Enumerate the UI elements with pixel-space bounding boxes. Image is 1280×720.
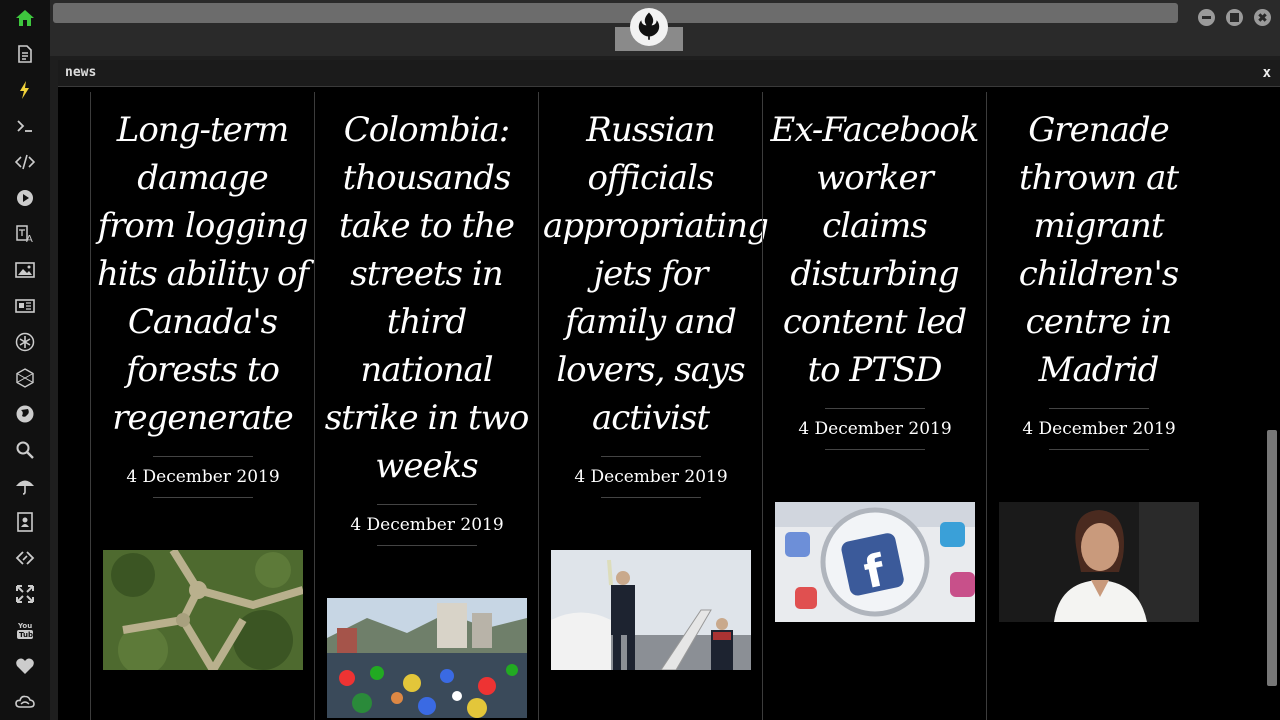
umbrella-icon[interactable] — [13, 474, 37, 498]
article-title[interactable]: Colombia: thousands take to the streets … — [319, 106, 534, 490]
article-card[interactable]: Russian officials appropriating jets for… — [538, 92, 769, 720]
play-icon[interactable] — [13, 186, 37, 210]
top-bar — [50, 0, 1280, 56]
maximize-button[interactable] — [1226, 9, 1243, 26]
translate-icon[interactable]: A — [13, 222, 37, 246]
divider — [601, 497, 701, 498]
article-title[interactable]: Russian officials appropriating jets for… — [543, 106, 769, 442]
image-icon[interactable] — [13, 258, 37, 282]
terminal-icon[interactable] — [13, 114, 37, 138]
home-icon[interactable] — [13, 6, 37, 30]
article-card[interactable]: Ex-Facebook worker claims disturbing con… — [762, 92, 986, 720]
scrollbar[interactable] — [1267, 430, 1277, 686]
hexagon-icon[interactable] — [13, 366, 37, 390]
date-block: 4 December 2019 — [315, 504, 539, 546]
article-card[interactable]: Long-term damage from logging hits abili… — [90, 92, 314, 720]
article-thumbnail[interactable] — [551, 550, 751, 670]
panel-title: news — [65, 65, 97, 80]
divider — [153, 497, 253, 498]
cloud-icon[interactable] — [13, 690, 37, 714]
svg-text:You: You — [17, 622, 32, 630]
app-sidebar: A YouTube — [0, 0, 50, 720]
youtube-icon[interactable]: YouTube — [13, 618, 37, 642]
minimize-button[interactable] — [1198, 9, 1215, 26]
date-block: 4 December 2019 — [987, 408, 1211, 450]
article-date: 4 December 2019 — [574, 467, 728, 487]
close-window-button[interactable] — [1254, 9, 1271, 26]
article-title[interactable]: Grenade thrown at migrant children's cen… — [991, 106, 1206, 394]
article-date: 4 December 2019 — [1022, 419, 1176, 439]
asterisk-icon[interactable] — [13, 330, 37, 354]
date-block: 4 December 2019 — [763, 408, 987, 450]
svg-text:Tube: Tube — [19, 631, 35, 639]
article-thumbnail[interactable] — [327, 598, 527, 718]
rebel-alliance-logo[interactable] — [630, 8, 668, 46]
article-thumbnail[interactable] — [999, 502, 1199, 622]
heart-icon[interactable] — [13, 654, 37, 678]
article-thumbnail[interactable] — [103, 550, 303, 670]
divider — [825, 449, 925, 450]
news-icon[interactable] — [13, 294, 37, 318]
panel-header: news x — [58, 60, 1280, 86]
article-title[interactable]: Ex-Facebook worker claims disturbing con… — [767, 106, 982, 394]
globe-icon[interactable] — [13, 402, 37, 426]
lightning-icon[interactable] — [13, 78, 37, 102]
article-card[interactable]: Colombia: thousands take to the streets … — [314, 92, 538, 720]
address-bar[interactable] — [53, 3, 1178, 23]
article-card[interactable]: Grenade thrown at migrant children's cen… — [986, 92, 1210, 720]
article-thumbnail[interactable]: f — [775, 502, 975, 622]
date-block: 4 December 2019 — [91, 456, 315, 498]
contacts-icon[interactable] — [13, 510, 37, 534]
article-date: 4 December 2019 — [798, 419, 952, 439]
article-title[interactable]: Long-term damage from logging hits abili… — [95, 106, 310, 442]
divider — [1049, 449, 1149, 450]
document-icon[interactable] — [13, 42, 37, 66]
search-icon[interactable] — [13, 438, 37, 462]
panel-close-button[interactable]: x — [1263, 65, 1271, 81]
link-icon[interactable] — [13, 546, 37, 570]
date-block: 4 December 2019 — [539, 456, 763, 498]
article-date: 4 December 2019 — [126, 467, 280, 487]
svg-text:A: A — [26, 234, 33, 244]
code-icon[interactable] — [13, 150, 37, 174]
expand-icon[interactable] — [13, 582, 37, 606]
divider — [377, 545, 477, 546]
article-grid: Long-term damage from logging hits abili… — [90, 92, 1210, 720]
article-date: 4 December 2019 — [350, 515, 504, 535]
news-panel: news x Long-term damage from logging hit… — [58, 60, 1280, 720]
